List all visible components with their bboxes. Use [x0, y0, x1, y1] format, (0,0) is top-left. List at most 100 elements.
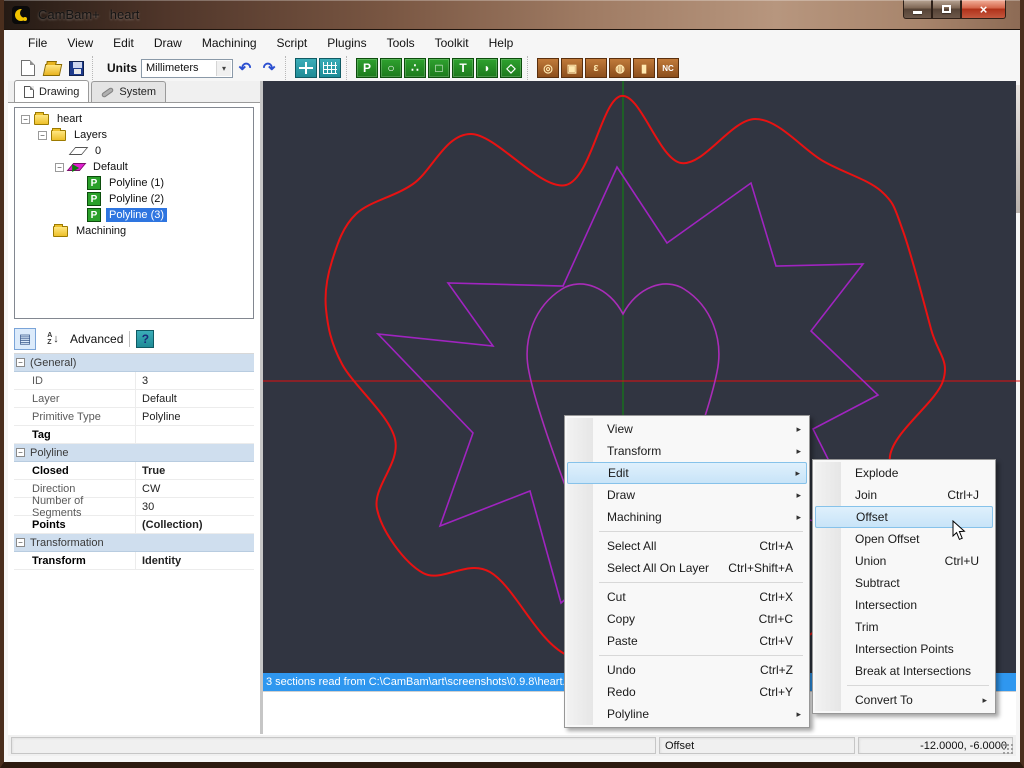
engrave-button[interactable]: ε: [585, 58, 607, 78]
tree-expander[interactable]: −: [21, 115, 30, 124]
redo-button[interactable]: ↷: [258, 58, 280, 78]
tab-system[interactable]: System: [91, 81, 166, 102]
close-button[interactable]: ×: [961, 0, 1006, 19]
property-value[interactable]: 30: [136, 501, 254, 513]
menubar-item-toolkit[interactable]: Toolkit: [425, 32, 479, 54]
property-value[interactable]: True: [136, 465, 254, 477]
property-section-polyline[interactable]: −Polyline: [14, 444, 254, 462]
submenu-item-trim[interactable]: Trim: [815, 616, 993, 638]
profile-button[interactable]: ▣: [561, 58, 583, 78]
submenu-item-subtract[interactable]: Subtract: [815, 572, 993, 594]
grid-button[interactable]: [319, 58, 341, 78]
tree-item-polyline-1[interactable]: PPolyline (1): [15, 175, 253, 191]
open-file-button[interactable]: [41, 58, 63, 78]
property-section-transformation[interactable]: −Transformation: [14, 534, 254, 552]
submenu-item-intersection-points[interactable]: Intersection Points: [815, 638, 993, 660]
menubar-item-plugins[interactable]: Plugins: [317, 32, 376, 54]
property-value[interactable]: Default: [136, 393, 254, 405]
context-menu-item-undo[interactable]: UndoCtrl+Z: [567, 659, 807, 681]
context-menu-item-select-all[interactable]: Select AllCtrl+A: [567, 535, 807, 557]
context-menu-item-view[interactable]: View▸: [567, 418, 807, 440]
submenu-item-union[interactable]: UnionCtrl+U: [815, 550, 993, 572]
tree-item-polyline-3[interactable]: PPolyline (3): [15, 207, 253, 223]
tab-drawing[interactable]: Drawing: [14, 80, 89, 102]
maximize-button[interactable]: [932, 0, 961, 19]
tree-item-polyline-2[interactable]: PPolyline (2): [15, 191, 253, 207]
context-menu-item-edit[interactable]: Edit▸: [567, 462, 807, 484]
context-menu-item-cut[interactable]: CutCtrl+X: [567, 586, 807, 608]
context-menu-item-draw[interactable]: Draw▸: [567, 484, 807, 506]
submenu-item-intersection[interactable]: Intersection: [815, 594, 993, 616]
new-file-button[interactable]: [17, 58, 39, 78]
surface-button[interactable]: ◇: [500, 58, 522, 78]
property-row-id[interactable]: ID3: [14, 372, 254, 390]
undo-button[interactable]: ↶: [234, 58, 256, 78]
tree-item-0[interactable]: 0: [15, 143, 253, 159]
resize-grip[interactable]: [1002, 743, 1014, 755]
axis-button[interactable]: [295, 58, 317, 78]
section-collapse-icon[interactable]: −: [16, 448, 25, 457]
menubar-item-machining[interactable]: Machining: [192, 32, 267, 54]
property-section-general[interactable]: −(General): [14, 354, 254, 372]
context-menu-item-redo[interactable]: RedoCtrl+Y: [567, 681, 807, 703]
tree-item-layers[interactable]: −Layers: [15, 127, 253, 143]
context-menu-item-select-all-on-layer[interactable]: Select All On LayerCtrl+Shift+A: [567, 557, 807, 579]
polyline-button[interactable]: P: [356, 58, 378, 78]
advanced-label[interactable]: Advanced: [70, 332, 123, 346]
categorized-view-button[interactable]: ▤: [14, 328, 36, 350]
help-button[interactable]: ?: [136, 330, 154, 348]
menubar-item-help[interactable]: Help: [479, 32, 524, 54]
rectangle-button[interactable]: □: [428, 58, 450, 78]
submenu-item-explode[interactable]: Explode: [815, 462, 993, 484]
minimize-button[interactable]: [903, 0, 932, 19]
gcode-button[interactable]: NC: [657, 58, 679, 78]
context-menu: View▸Transform▸Edit▸Draw▸Machining▸ Selec…: [564, 415, 810, 728]
menubar-item-file[interactable]: File: [18, 32, 57, 54]
save-file-button[interactable]: [65, 58, 87, 78]
property-value[interactable]: CW: [136, 483, 254, 495]
arc-button[interactable]: ◗: [476, 58, 498, 78]
combo-dropdown-icon[interactable]: ▾: [216, 61, 231, 76]
submenu-item-join[interactable]: JoinCtrl+J: [815, 484, 993, 506]
property-value[interactable]: (Collection): [136, 519, 254, 531]
context-menu-item-machining[interactable]: Machining▸: [567, 506, 807, 528]
alphabetical-sort-button[interactable]: AZ↓: [42, 328, 64, 350]
drill-button[interactable]: ◍: [609, 58, 631, 78]
tree-item-heart[interactable]: −heart: [15, 111, 253, 127]
property-row-points[interactable]: Points(Collection): [14, 516, 254, 534]
point-list-button[interactable]: ∴: [404, 58, 426, 78]
text-button[interactable]: T: [452, 58, 474, 78]
menubar-item-script[interactable]: Script: [267, 32, 318, 54]
context-menu-item-paste[interactable]: PasteCtrl+V: [567, 630, 807, 652]
property-value[interactable]: Identity: [136, 555, 254, 567]
submenu-item-convert-to[interactable]: Convert To▸: [815, 689, 993, 711]
context-menu-item-copy[interactable]: CopyCtrl+C: [567, 608, 807, 630]
property-value[interactable]: 3: [136, 375, 254, 387]
submenu-arrow-icon: ▸: [796, 709, 801, 720]
tree-expander[interactable]: −: [38, 131, 47, 140]
3d-profile-button[interactable]: ▮: [633, 58, 655, 78]
context-menu-item-transform[interactable]: Transform▸: [567, 440, 807, 462]
tree-expander[interactable]: −: [55, 163, 64, 172]
property-row-closed[interactable]: ClosedTrue: [14, 462, 254, 480]
menubar-item-view[interactable]: View: [57, 32, 103, 54]
section-collapse-icon[interactable]: −: [16, 538, 25, 547]
menubar-item-tools[interactable]: Tools: [377, 32, 425, 54]
section-collapse-icon[interactable]: −: [16, 358, 25, 367]
menubar-item-edit[interactable]: Edit: [103, 32, 144, 54]
pocket-button[interactable]: ◎: [537, 58, 559, 78]
property-row-primitive-type[interactable]: Primitive TypePolyline: [14, 408, 254, 426]
property-row-tag[interactable]: Tag: [14, 426, 254, 444]
property-row-number-of-segments[interactable]: Number of Segments30: [14, 498, 254, 516]
context-menu-item-polyline[interactable]: Polyline▸: [567, 703, 807, 725]
units-combobox[interactable]: Millimeters ▾: [141, 59, 233, 78]
title-bar[interactable]: CamBam+heart ×: [4, 0, 1020, 30]
circle-button[interactable]: ○: [380, 58, 402, 78]
property-row-layer[interactable]: LayerDefault: [14, 390, 254, 408]
tree-item-default[interactable]: −Default: [15, 159, 253, 175]
menubar-item-draw[interactable]: Draw: [144, 32, 192, 54]
property-row-transform[interactable]: TransformIdentity: [14, 552, 254, 570]
tree-item-machining[interactable]: Machining: [15, 223, 253, 239]
property-value[interactable]: Polyline: [136, 411, 254, 423]
submenu-item-break-at-intersections[interactable]: Break at Intersections: [815, 660, 993, 682]
